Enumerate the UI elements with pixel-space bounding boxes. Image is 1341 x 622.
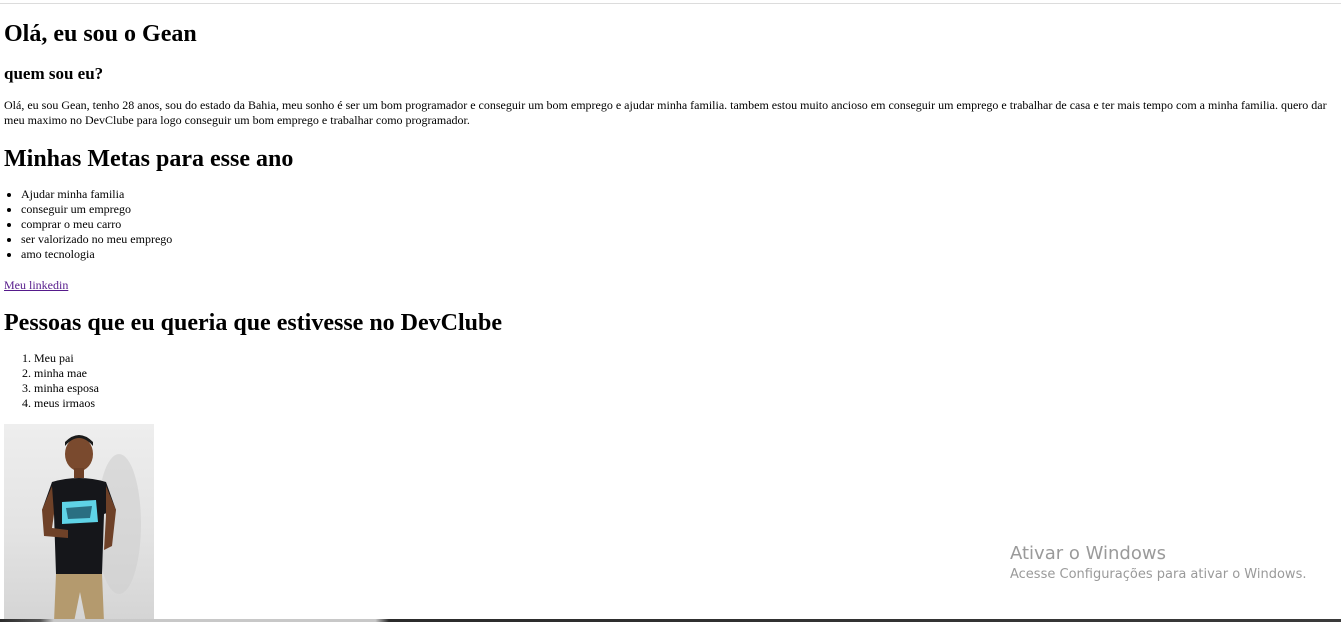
person-item: meus irmaos — [34, 396, 99, 411]
watermark-title: Ativar o Windows — [1010, 543, 1166, 564]
goals-heading: Minhas Metas para esse ano — [4, 146, 294, 172]
person-item: minha esposa — [34, 381, 99, 396]
goal-item: ser valorizado no meu emprego — [21, 232, 172, 247]
windows-activation-watermark: Ativar o Windows Acesse Configurações pa… — [1010, 543, 1306, 584]
person-item: Meu pai — [34, 351, 99, 366]
people-list: Meu pai minha mae minha esposa meus irma… — [4, 351, 99, 411]
page-title: Olá, eu sou o Gean — [4, 21, 197, 47]
profile-photo — [4, 424, 154, 622]
browser-top-border — [0, 3, 1341, 4]
people-heading: Pessoas que eu queria que estivesse no D… — [4, 310, 503, 336]
person-item: minha mae — [34, 366, 99, 381]
bio-paragraph: Olá, eu sou Gean, tenho 28 anos, sou do … — [4, 98, 1327, 127]
goal-item: conseguir um emprego — [21, 202, 172, 217]
goal-item: Ajudar minha familia — [21, 187, 172, 202]
goal-item: amo tecnologia — [21, 247, 172, 262]
person-figure — [42, 435, 141, 622]
watermark-subtitle: Acesse Configurações para ativar o Windo… — [1010, 567, 1307, 582]
goals-list: Ajudar minha familia conseguir um empreg… — [4, 187, 172, 262]
linkedin-link[interactable]: Meu linkedin — [4, 278, 68, 293]
goal-item: comprar o meu carro — [21, 217, 172, 232]
about-heading: quem sou eu? — [4, 64, 104, 83]
